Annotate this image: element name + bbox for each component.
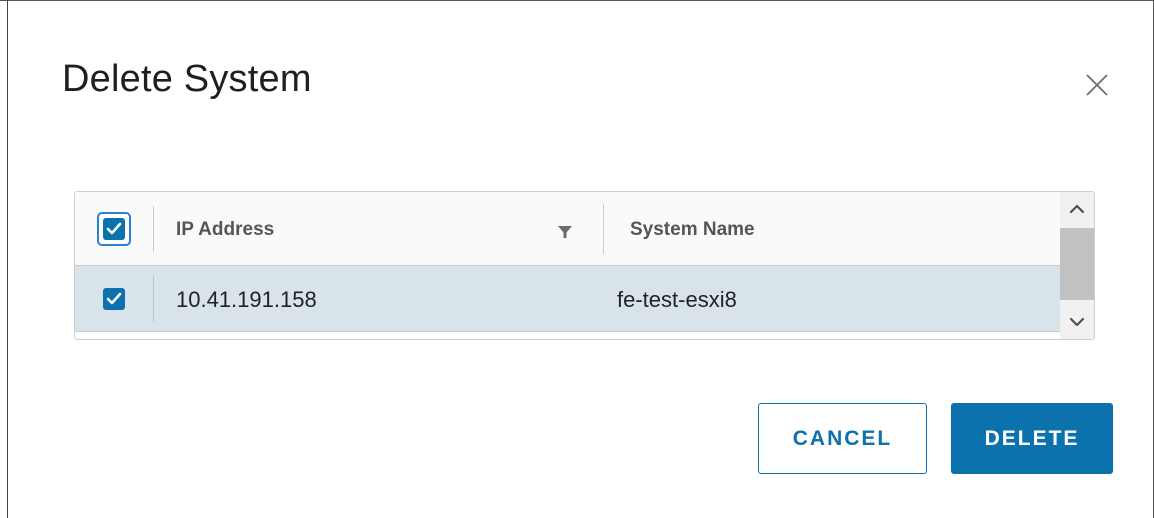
- filter-icon[interactable]: [557, 224, 573, 245]
- column-header-system-name[interactable]: System Name: [630, 219, 755, 241]
- column-separator: [153, 206, 154, 252]
- dialog: Delete System IP Address System Name 10.…: [0, 0, 1154, 518]
- scrollbar-thumb[interactable]: [1060, 228, 1094, 300]
- vertical-scrollbar[interactable]: [1060, 192, 1094, 339]
- row-select-checkbox[interactable]: [103, 288, 125, 310]
- systems-datagrid: IP Address System Name 10.41.191.158 fe-…: [74, 191, 1095, 340]
- scroll-down-icon[interactable]: [1060, 303, 1094, 339]
- cancel-button[interactable]: CANCEL: [758, 403, 927, 474]
- column-header-ip-address[interactable]: IP Address: [176, 219, 274, 241]
- datagrid-header: IP Address System Name: [75, 192, 1060, 266]
- dialog-title: Delete System: [62, 58, 312, 100]
- table-row[interactable]: 10.41.191.158 fe-test-esxi8: [75, 266, 1060, 332]
- cell-ip-address: 10.41.191.158: [176, 287, 317, 312]
- column-resize-handle[interactable]: [603, 204, 604, 254]
- checkmark-icon: [106, 292, 122, 305]
- cell-system-name: fe-test-esxi8: [617, 287, 737, 312]
- checkmark-icon: [106, 222, 122, 235]
- dialog-top-border: [0, 0, 1154, 1]
- select-all-checkbox[interactable]: [103, 218, 125, 240]
- column-separator: [153, 276, 154, 322]
- close-icon[interactable]: [1082, 70, 1112, 100]
- dialog-left-border: [7, 0, 8, 518]
- scroll-up-icon[interactable]: [1060, 192, 1094, 228]
- delete-button[interactable]: DELETE: [951, 403, 1113, 474]
